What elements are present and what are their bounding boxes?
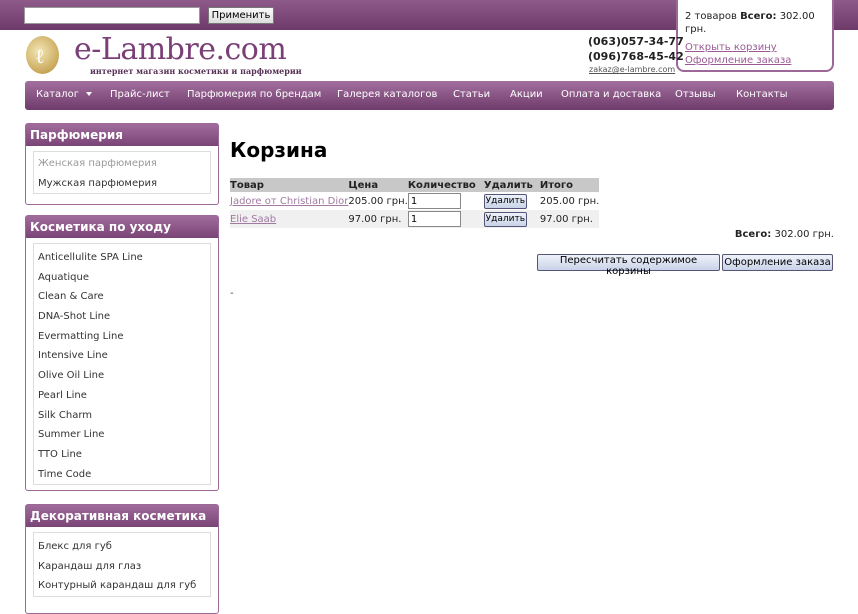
quantity-input[interactable] (407, 211, 461, 227)
column-header: Количество (407, 178, 484, 192)
table-header-row: Товар Цена Количество Удалить Итого (230, 178, 600, 192)
sidebar-item[interactable]: Карандаш для глаз (34, 557, 210, 577)
email-link[interactable]: zakaz@e-lambre.com (589, 65, 675, 74)
column-header: Итого (539, 178, 600, 192)
sidebar-item[interactable]: Intensive Line (34, 346, 210, 366)
delete-button[interactable]: Удалить (483, 211, 527, 227)
cart-table: Товар Цена Количество Удалить Итого Jado… (230, 178, 600, 228)
delete-button[interactable]: Удалить (483, 193, 527, 209)
cart-total-label: Всего: (740, 11, 777, 22)
sidebar-item[interactable]: Мужская парфюмерия (34, 174, 210, 194)
nav-catalog[interactable]: Каталог (36, 89, 92, 100)
sidebar-item[interactable]: Evermatting Line (34, 327, 210, 347)
sidebar-item[interactable]: Olive Oil Line (34, 366, 210, 386)
sidebar-item[interactable]: Женская парфюмерия (34, 154, 210, 174)
checkout-link[interactable]: Оформление заказа (685, 54, 832, 67)
sidebar-item[interactable]: Time Code (34, 465, 210, 485)
nav-promotions[interactable]: Акции (510, 89, 543, 100)
nav-articles[interactable]: Статьи (453, 89, 490, 100)
sidebar-decorative-cosmetics: Декоративная косметика Блекс для губ Кар… (25, 504, 219, 614)
sidebar-item[interactable]: Aquatique (34, 268, 210, 288)
sidebar-item[interactable]: DNA-Shot Line (34, 307, 210, 327)
logo-tagline: интернет магазин косметики и парфюмерии (90, 66, 302, 76)
quantity-input[interactable] (407, 193, 461, 209)
nav-catalog-gallery[interactable]: Галерея каталогов (337, 89, 437, 100)
sidebar-item[interactable]: Clean & Care (34, 287, 210, 307)
cart-summary: 2 товаров Всего: 302.00 грн. Открыть кор… (676, 0, 834, 72)
column-header: Цена (348, 178, 408, 192)
price-cell: 97.00 грн. (348, 213, 402, 225)
logo-name[interactable]: e-Lambre.com (74, 32, 287, 67)
sidebar-perfumery: Парфюмерия Женская парфюмерия Мужская па… (25, 123, 219, 205)
sidebar-heading: Косметика по уходу (26, 216, 218, 238)
product-link[interactable]: Elie Saab (230, 214, 276, 225)
open-cart-link[interactable]: Открыть корзину (685, 41, 832, 54)
nav-perfume-brands[interactable]: Парфюмерия по брендам (187, 89, 321, 100)
checkout-button[interactable]: Оформление заказа (722, 254, 833, 271)
search-input[interactable] (24, 7, 200, 24)
table-row: Jadore от Christian Dior 205.00 грн. Уда… (230, 192, 599, 210)
logo-icon[interactable]: ℓ (26, 36, 59, 74)
nav-payment-delivery[interactable]: Оплата и доставка (561, 89, 661, 100)
sidebar-item[interactable]: Summer Line (34, 425, 210, 445)
recalculate-button[interactable]: Пересчитать содержимое корзины (537, 254, 720, 277)
page-title: Корзина (230, 138, 328, 162)
apply-button[interactable]: Применить (208, 7, 274, 24)
total-value: 302.00 грн. (774, 229, 835, 240)
sidebar-item[interactable]: Silk Charm (34, 406, 210, 426)
phone-1: (063)057-34-77 (588, 35, 684, 48)
chevron-down-icon (85, 92, 92, 96)
nav-catalog-label: Каталог (36, 89, 79, 100)
phones: (063)057-34-77 (096)768-45-42 (588, 34, 684, 64)
column-header: Товар (230, 178, 349, 192)
cart-total: Всего: 302.00 грн. (735, 229, 834, 240)
nav-contacts[interactable]: Контакты (736, 89, 787, 100)
price-cell: 205.00 грн. (348, 195, 408, 207)
nav-reviews[interactable]: Отзывы (675, 89, 716, 100)
phone-2: (096)768-45-42 (588, 50, 684, 63)
cart-count: 2 товаров (685, 11, 737, 22)
separator-text: - (230, 288, 234, 299)
sidebar-care-cosmetics: Косметика по уходу Anticellulite SPA Lin… (25, 215, 219, 491)
sidebar-heading: Парфюмерия (26, 124, 218, 146)
total-label: Всего: (734, 229, 772, 240)
main-nav: Каталог Прайс-лист Парфюмерия по брендам… (25, 81, 834, 110)
sidebar-item[interactable]: Блекс для губ (34, 537, 210, 557)
sidebar-item[interactable]: Pearl Line (34, 386, 210, 406)
total-cell: 205.00 грн. (539, 195, 600, 207)
sidebar-item[interactable]: Контурный карандаш для губ (34, 576, 210, 596)
sidebar-item[interactable]: TTO Line (34, 445, 210, 465)
column-header: Удалить (483, 178, 540, 192)
nav-price-list[interactable]: Прайс-лист (110, 89, 170, 100)
product-link[interactable]: Jadore от Christian Dior (230, 196, 348, 207)
table-row: Elie Saab 97.00 грн. Удалить 97.00 грн. (230, 210, 600, 228)
sidebar-heading: Декоративная косметика (26, 505, 218, 527)
total-cell: 97.00 грн. (539, 213, 593, 225)
sidebar-item[interactable]: Anticellulite SPA Line (34, 248, 210, 268)
